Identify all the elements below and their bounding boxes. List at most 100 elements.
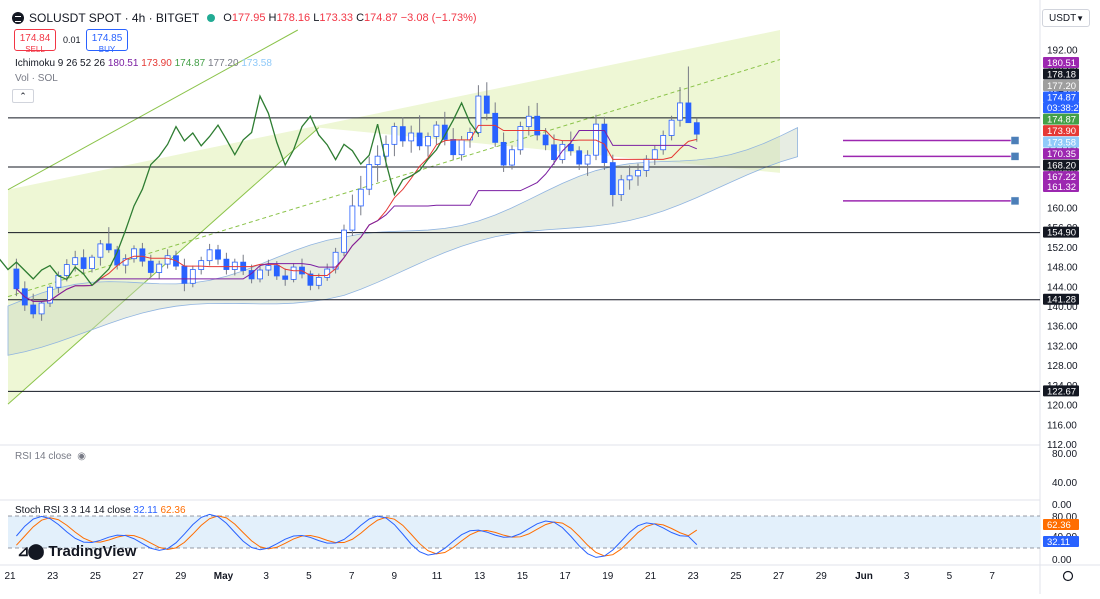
- candle-body: [635, 170, 641, 177]
- price-label-text: 180.51: [1047, 58, 1076, 69]
- candle-body: [492, 112, 499, 143]
- candle-body: [13, 268, 20, 290]
- time-tick-label: 5: [947, 571, 953, 582]
- time-tick-label: 27: [773, 571, 785, 582]
- candle-body: [475, 95, 482, 133]
- time-tick-label: May: [214, 571, 234, 582]
- ichimoku-legend[interactable]: Ichimoku 9 26 52 26 180.51 173.90 174.87…: [15, 58, 272, 69]
- price-tick-label: 116.00: [1047, 420, 1077, 431]
- chevron-down-icon: ▼: [1076, 14, 1084, 23]
- rsi-legend[interactable]: RSI 14 close ◉: [15, 451, 86, 462]
- stoch-d-value: 62.36: [160, 505, 186, 516]
- candle-body: [189, 269, 196, 284]
- candle-body: [458, 139, 465, 156]
- time-tick-label: 23: [688, 571, 700, 582]
- price-tick-label: 132.00: [1047, 341, 1078, 352]
- candle-body: [324, 268, 331, 278]
- candle-body: [30, 304, 37, 315]
- candle-body: [433, 124, 440, 137]
- buy-label: BUY: [98, 45, 116, 54]
- time-tick-label: 15: [517, 571, 529, 582]
- candle-body: [685, 102, 692, 124]
- candle-body: [525, 115, 532, 127]
- candle-body: [567, 143, 574, 152]
- price-tick-label: 128.00: [1047, 361, 1078, 372]
- candle-body: [660, 135, 667, 151]
- chevron-up-icon: ⌃: [19, 91, 27, 101]
- volume-legend[interactable]: Vol · SOL: [15, 73, 58, 84]
- candle-body: [181, 265, 188, 284]
- rsi-label: RSI 14 close: [15, 451, 72, 462]
- candle-body: [97, 243, 104, 258]
- ohlc-values: O177.95 H178.16 L173.33 C174.87 −3.08 (−…: [223, 12, 477, 24]
- price-label-text: 122.67: [1047, 386, 1076, 397]
- candle-body: [584, 154, 591, 165]
- currency-value: USDT: [1049, 13, 1077, 24]
- price-label-text: 174.87: [1047, 93, 1076, 104]
- candle-body: [677, 102, 683, 121]
- stoch-legend[interactable]: Stoch RSI 3 3 14 14 close 32.11 62.36: [15, 505, 186, 516]
- rsi-tick-label: 80.00: [1052, 449, 1077, 460]
- time-tick-label: 11: [432, 571, 443, 582]
- ichimoku-v4: 173.58: [241, 58, 272, 69]
- candle-body: [408, 132, 415, 142]
- candle-body: [215, 249, 221, 260]
- tradingview-mark-icon: ⊿⬤: [17, 543, 44, 560]
- price-label-text: 161.32: [1047, 182, 1076, 193]
- price-label-text: 170.35: [1047, 149, 1076, 160]
- spread-value: 0.01: [63, 35, 81, 45]
- candle-body: [72, 257, 79, 266]
- tradingview-logo[interactable]: ⊿⬤ TradingView: [17, 542, 136, 561]
- candle-body: [231, 261, 238, 270]
- candle-body: [500, 141, 507, 166]
- price-tick-label: 136.00: [1047, 322, 1078, 333]
- time-tick-label: 9: [392, 571, 398, 582]
- candle-body: [450, 139, 457, 156]
- time-tick-label: 21: [4, 571, 16, 582]
- candle-body: [391, 126, 398, 145]
- time-tick-label: 29: [175, 571, 187, 582]
- candle-body: [626, 175, 633, 181]
- stoch-tick-label: 0.00: [1052, 555, 1072, 566]
- candle-body: [483, 95, 490, 114]
- candle-body: [273, 265, 280, 277]
- time-tick-label: 3: [904, 571, 910, 582]
- time-tick-label: 13: [474, 571, 486, 582]
- market-open-icon: [207, 14, 216, 22]
- ichimoku-v3: 177.20: [207, 58, 239, 69]
- stoch-k-value: 32.11: [133, 505, 158, 516]
- candle-body: [63, 264, 70, 276]
- stoch-d-badge-text: 62.36: [1047, 520, 1071, 531]
- candle-body: [416, 132, 423, 147]
- candle-body: [315, 277, 322, 286]
- price-label-text: 177.20: [1047, 81, 1076, 92]
- candle-body: [265, 265, 272, 271]
- sell-button[interactable]: 174.84 SELL: [14, 29, 56, 54]
- symbol-title[interactable]: SOLUSDT SPOT · 4h · BITGET: [29, 11, 199, 25]
- buy-button[interactable]: 174.85 BUY: [86, 29, 128, 54]
- eye-icon[interactable]: ◉: [74, 451, 86, 462]
- candle-body: [357, 188, 364, 207]
- gear-icon[interactable]: [1062, 570, 1074, 582]
- channel-fill: [8, 30, 780, 405]
- currency-select[interactable]: USDT ▼: [1042, 9, 1090, 27]
- time-tick-label: 3: [263, 571, 269, 582]
- symbol-header: SOLUSDT SPOT · 4h · BITGET O177.95 H178.…: [12, 9, 477, 27]
- rsi-tick-label: 0.00: [1052, 500, 1072, 511]
- candle-body: [643, 158, 650, 171]
- rsi-tick-label: 40.00: [1052, 478, 1077, 489]
- time-tick-label: 17: [560, 571, 572, 582]
- ichimoku-label: Ichimoku 9 26 52 26: [15, 58, 106, 69]
- candle-body: [206, 249, 213, 262]
- price-label-text: 174.87: [1047, 115, 1076, 126]
- sol-logo-icon: [12, 12, 24, 24]
- candle-body: [509, 149, 515, 166]
- candle-body: [399, 126, 406, 142]
- price-tick-label: 152.00: [1047, 243, 1078, 254]
- time-tick-label: Jun: [855, 571, 873, 582]
- candle-body: [551, 144, 557, 161]
- price-label-text: 03:38:25: [1047, 103, 1084, 114]
- time-tick-label: 23: [47, 571, 59, 582]
- collapse-legend-button[interactable]: ⌃: [12, 89, 34, 103]
- ray-marker: [1010, 196, 1020, 206]
